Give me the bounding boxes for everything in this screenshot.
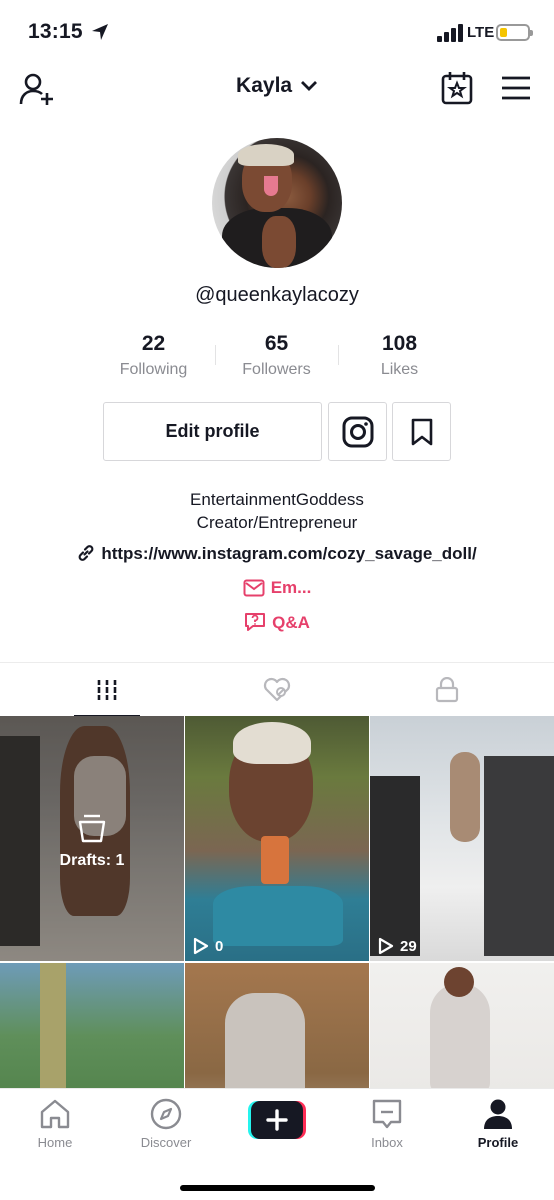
- status-time: 13:15: [28, 20, 83, 43]
- instagram-icon: [342, 416, 373, 447]
- following-label: Following: [119, 361, 188, 378]
- location-arrow-icon: [92, 24, 108, 40]
- nav-home-label: Home: [37, 1135, 73, 1150]
- account-name: Kayla: [236, 74, 293, 97]
- lock-icon: [435, 677, 459, 703]
- favorites-button[interactable]: [392, 402, 451, 461]
- stat-following[interactable]: 22 Following: [92, 332, 215, 379]
- profile-link-text: https://www.instagram.com/cozy_savage_do…: [101, 544, 477, 563]
- compass-icon: [150, 1098, 182, 1130]
- inbox-icon: [372, 1099, 402, 1129]
- menu-icon[interactable]: [500, 74, 532, 102]
- status-bar: 13:15 LTE: [0, 0, 554, 64]
- qa-label: Q&A: [272, 613, 310, 632]
- video-tile[interactable]: [370, 963, 554, 1088]
- username: @queenkaylacozy: [195, 284, 359, 306]
- drafts-tile[interactable]: Drafts: 1: [0, 716, 184, 961]
- bookmark-icon: [411, 418, 432, 445]
- nav-inbox[interactable]: Inbox: [332, 1097, 442, 1150]
- nav-home[interactable]: Home: [0, 1097, 110, 1150]
- tab-videos[interactable]: [15, 663, 199, 717]
- view-count: 29: [378, 937, 417, 955]
- profile-link[interactable]: https://www.instagram.com/cozy_savage_do…: [0, 544, 554, 564]
- liked-hidden-icon: [263, 677, 291, 702]
- home-indicator: [180, 1185, 375, 1191]
- view-count: 0: [193, 937, 223, 955]
- nav-inbox-label: Inbox: [371, 1135, 403, 1150]
- likes-count: 108: [381, 332, 418, 355]
- stat-followers[interactable]: 65 Followers: [215, 332, 338, 379]
- email-button[interactable]: Em...: [0, 578, 554, 598]
- following-count: 22: [141, 332, 166, 355]
- network-type: LTE: [467, 24, 495, 41]
- video-tile[interactable]: 0: [185, 716, 369, 961]
- tab-liked[interactable]: [185, 663, 369, 717]
- grid-videos-icon: [96, 680, 118, 700]
- followers-label: Followers: [242, 361, 311, 378]
- video-tile[interactable]: [185, 963, 369, 1088]
- profile-stats: 22 Following 65 Followers 108 Likes: [92, 332, 462, 382]
- creator-calendar-icon[interactable]: [440, 70, 474, 106]
- stat-likes[interactable]: 108 Likes: [338, 332, 461, 379]
- view-count-text: 0: [215, 937, 224, 955]
- drafts-label: Drafts: 1: [59, 852, 125, 869]
- edit-profile-button[interactable]: Edit profile: [103, 402, 322, 461]
- nav-discover[interactable]: Discover: [111, 1097, 221, 1150]
- nav-discover-label: Discover: [140, 1135, 192, 1150]
- signal-icon: [437, 24, 463, 42]
- bio-line: Creator/Entrepreneur: [196, 513, 358, 532]
- play-icon: [378, 937, 394, 955]
- drafts-icon: [78, 814, 106, 843]
- followers-count: 65: [264, 332, 289, 355]
- drafts-overlay: Drafts: 1: [0, 812, 184, 870]
- play-icon: [193, 937, 209, 955]
- video-tile[interactable]: 29: [370, 716, 554, 961]
- instagram-button[interactable]: [328, 402, 387, 461]
- avatar[interactable]: [212, 138, 342, 268]
- nav-profile[interactable]: Profile: [443, 1097, 553, 1150]
- content-tabs: [0, 662, 554, 717]
- home-icon: [40, 1099, 70, 1129]
- profile-header: Kayla: [0, 64, 554, 114]
- bio-line: EntertainmentGoddess: [190, 490, 364, 509]
- qa-icon: [245, 613, 266, 631]
- chevron-down-icon: [300, 81, 317, 92]
- battery-icon: [496, 24, 533, 41]
- nav-profile-label: Profile: [477, 1135, 519, 1150]
- link-icon: [78, 545, 94, 561]
- bio: EntertainmentGoddess Creator/Entrepreneu…: [0, 488, 554, 534]
- bottom-nav: Home Discover Inbox Profile: [0, 1088, 554, 1200]
- tab-private[interactable]: [355, 663, 539, 717]
- view-count-text: 29: [400, 937, 417, 955]
- video-grid: Drafts: 1 0 29: [0, 716, 554, 1088]
- profile-person-icon: [484, 1099, 512, 1129]
- qa-button[interactable]: Q&A: [0, 612, 554, 633]
- email-icon: [243, 579, 265, 597]
- likes-label: Likes: [380, 361, 419, 378]
- email-label: Em...: [270, 578, 312, 597]
- create-plus-icon[interactable]: [248, 1101, 306, 1139]
- video-tile[interactable]: [0, 963, 184, 1088]
